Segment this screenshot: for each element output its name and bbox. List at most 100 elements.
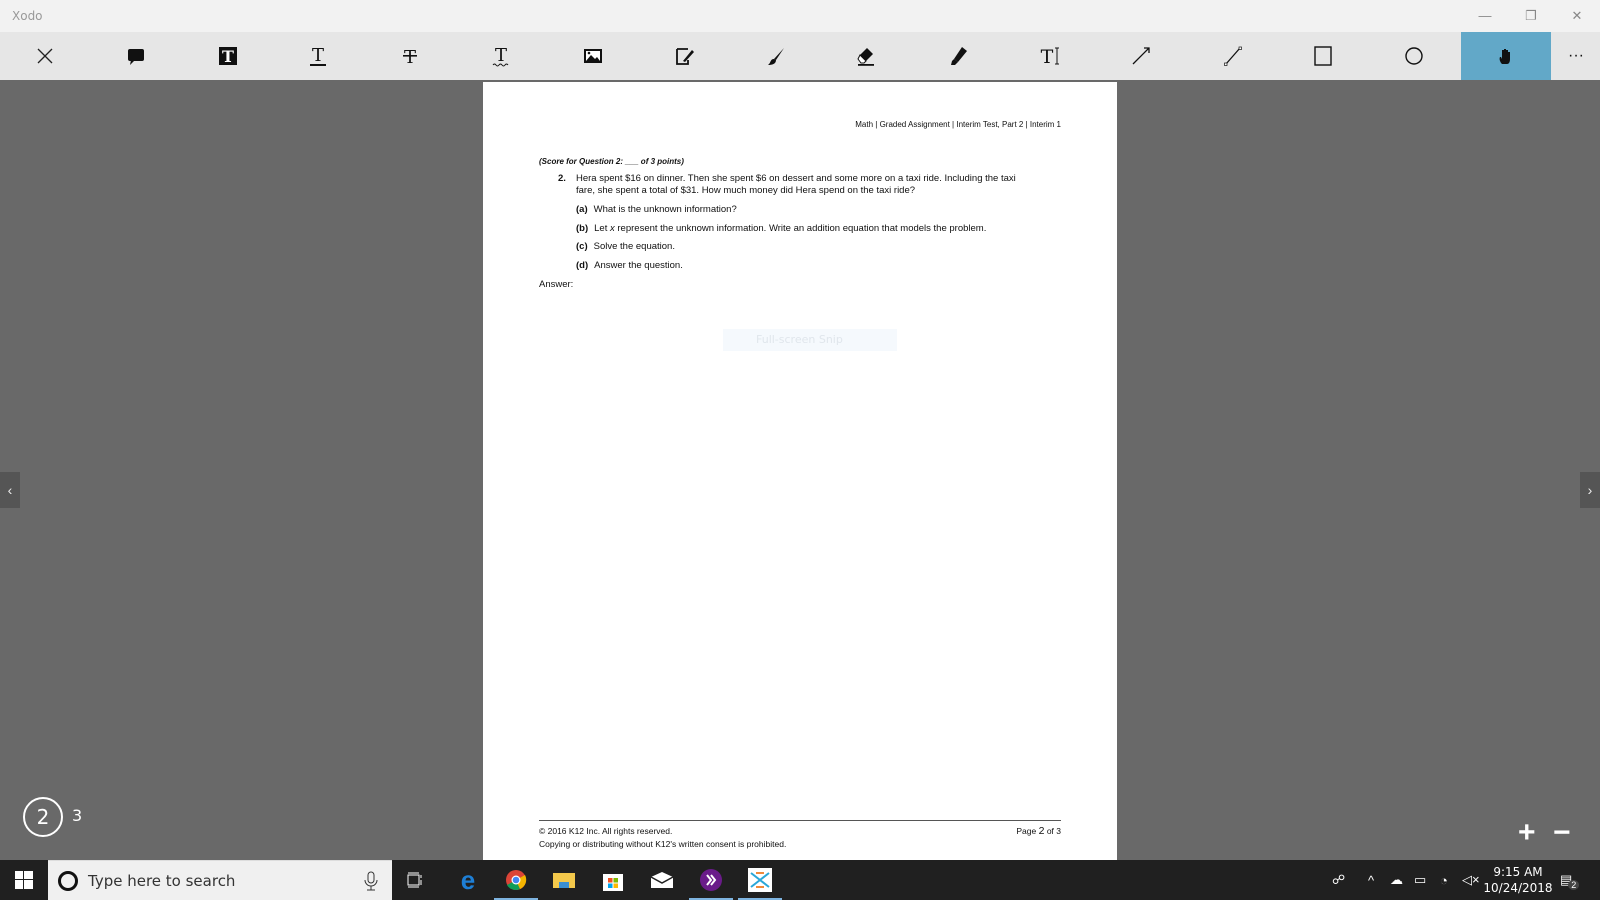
task-view-icon bbox=[407, 872, 422, 888]
taskbar: Type here to search e ☍ ^ ☁ ▭ ◔ ◁× 9:15 … bbox=[0, 860, 1600, 900]
strikeout-tool[interactable]: T bbox=[380, 32, 440, 80]
page-header: Math | Graded Assignment | Interim Test,… bbox=[855, 120, 1061, 129]
restore-button[interactable]: ❐ bbox=[1511, 4, 1551, 28]
svg-text:T: T bbox=[312, 45, 324, 66]
squiggly-icon: T bbox=[492, 45, 509, 67]
annotation-toolbar: T T T T T ··· bbox=[0, 32, 1600, 80]
highlighter-tool[interactable] bbox=[928, 32, 988, 80]
arrow-tool[interactable] bbox=[1111, 32, 1171, 80]
highlighter-icon bbox=[951, 47, 967, 65]
pan-tool[interactable] bbox=[1461, 32, 1551, 80]
mail-taskbar-icon[interactable] bbox=[638, 860, 686, 900]
svg-text:T: T bbox=[495, 45, 507, 66]
signature-icon bbox=[676, 48, 694, 65]
current-page-indicator[interactable]: 2 bbox=[23, 797, 63, 837]
rectangle-icon bbox=[1314, 46, 1332, 66]
underline-tool[interactable]: T bbox=[288, 32, 348, 80]
store-icon bbox=[603, 874, 623, 891]
question-text-line-1: Hera spent $16 on dinner. Then she spent… bbox=[576, 173, 1016, 184]
close-window-button[interactable]: ✕ bbox=[1557, 4, 1597, 28]
xodo-taskbar-icon[interactable] bbox=[736, 860, 784, 900]
answer-label: Answer: bbox=[539, 279, 574, 290]
arrow-icon bbox=[1132, 47, 1150, 65]
total-pages: 3 bbox=[72, 806, 83, 825]
action-center-button[interactable]: ▤ 2 bbox=[1560, 860, 1580, 900]
more-button[interactable]: ··· bbox=[1546, 32, 1600, 80]
part-text: represent the unknown information. Write… bbox=[614, 223, 987, 234]
ink-tool[interactable] bbox=[746, 32, 806, 80]
mail-icon bbox=[650, 872, 674, 888]
zoom-in-button[interactable]: + bbox=[1518, 818, 1536, 848]
battery-icon[interactable]: ▭ bbox=[1414, 860, 1426, 900]
footer-copyright: © 2016 K12 Inc. All rights reserved. bbox=[539, 826, 673, 836]
part-label: (c) bbox=[576, 241, 588, 252]
wifi-icon[interactable]: ◔ bbox=[1440, 860, 1448, 900]
footer-page: Page 2 of 3 bbox=[1016, 825, 1061, 837]
free-text-icon: T bbox=[1041, 46, 1059, 67]
part-text: Let bbox=[594, 223, 610, 234]
xodo-icon bbox=[748, 868, 772, 892]
footer-divider bbox=[539, 820, 1061, 821]
title-bar: Xodo — ❐ ✕ bbox=[0, 0, 1600, 32]
start-button[interactable] bbox=[0, 860, 48, 900]
clock[interactable]: 9:15 AM 10/24/2018 bbox=[1480, 864, 1556, 896]
svg-text:T: T bbox=[222, 47, 234, 66]
strikeout-icon: T bbox=[403, 47, 417, 67]
close-toolbar-button[interactable] bbox=[15, 32, 75, 80]
zoom-out-button[interactable]: − bbox=[1553, 818, 1571, 848]
svg-text:T: T bbox=[1041, 46, 1054, 67]
rectangle-tool[interactable] bbox=[1293, 32, 1353, 80]
free-text-tool[interactable]: T bbox=[1020, 32, 1080, 80]
line-tool[interactable] bbox=[1203, 32, 1263, 80]
part-d: (d) Answer the question. bbox=[576, 260, 683, 271]
part-label: (a) bbox=[576, 204, 588, 215]
chrome-taskbar-icon[interactable] bbox=[492, 860, 540, 900]
volume-muted-icon[interactable]: ◁× bbox=[1462, 860, 1480, 900]
score-line: (Score for Question 2: ___ of 3 points) bbox=[539, 157, 684, 166]
question-text-line-2: fare, she spent a total of $31. How much… bbox=[576, 185, 916, 196]
close-icon bbox=[37, 48, 53, 64]
file-explorer-taskbar-icon[interactable] bbox=[540, 860, 588, 900]
text-box-tool[interactable]: T bbox=[198, 32, 258, 80]
search-placeholder: Type here to search bbox=[88, 872, 236, 890]
taskbar-search[interactable]: Type here to search bbox=[48, 860, 392, 900]
page-suffix: of 3 bbox=[1044, 826, 1061, 836]
notification-count: 2 bbox=[1568, 880, 1580, 890]
store-taskbar-icon[interactable] bbox=[589, 860, 637, 900]
onedrive-icon[interactable]: ☁ bbox=[1390, 860, 1403, 900]
footer-notice: Copying or distributing without K12's wr… bbox=[539, 839, 787, 849]
pdf-page: Math | Graded Assignment | Interim Test,… bbox=[483, 82, 1117, 860]
eraser-tool[interactable] bbox=[836, 32, 896, 80]
signature-tool[interactable] bbox=[654, 32, 714, 80]
edge-icon: e bbox=[460, 864, 476, 895]
edge-taskbar-icon[interactable]: e bbox=[444, 860, 492, 900]
eraser-icon bbox=[857, 48, 874, 66]
image-tool[interactable] bbox=[563, 32, 623, 80]
cortana-icon bbox=[58, 871, 78, 891]
document-viewer[interactable]: Math | Graded Assignment | Interim Test,… bbox=[0, 80, 1600, 860]
squiggly-tool[interactable]: T bbox=[471, 32, 531, 80]
line-icon bbox=[1224, 46, 1242, 66]
people-icon[interactable]: ☍ bbox=[1332, 860, 1345, 900]
comment-tool[interactable] bbox=[106, 32, 166, 80]
underline-icon: T bbox=[310, 45, 326, 66]
part-b: (b) Let x represent the unknown informati… bbox=[576, 223, 986, 234]
next-page-button[interactable]: › bbox=[1580, 472, 1600, 508]
app-taskbar-icon[interactable] bbox=[687, 860, 735, 900]
part-label: (d) bbox=[576, 260, 589, 271]
task-view-button[interactable] bbox=[392, 860, 440, 900]
minimize-button[interactable]: — bbox=[1465, 4, 1505, 28]
image-icon bbox=[584, 49, 602, 63]
part-label: (b) bbox=[576, 223, 589, 234]
show-hidden-icons-button[interactable]: ^ bbox=[1368, 860, 1374, 900]
part-text: What is the unknown information? bbox=[593, 204, 737, 215]
part-text: Solve the equation. bbox=[593, 241, 675, 252]
previous-page-button[interactable]: ‹ bbox=[0, 472, 20, 508]
part-c: (c) Solve the equation. bbox=[576, 241, 675, 252]
ellipse-tool[interactable] bbox=[1384, 32, 1444, 80]
folder-icon bbox=[553, 873, 575, 888]
windows-icon bbox=[15, 871, 33, 889]
forward-app-icon bbox=[700, 869, 722, 891]
brush-icon bbox=[768, 48, 784, 65]
microphone-icon bbox=[364, 871, 378, 891]
